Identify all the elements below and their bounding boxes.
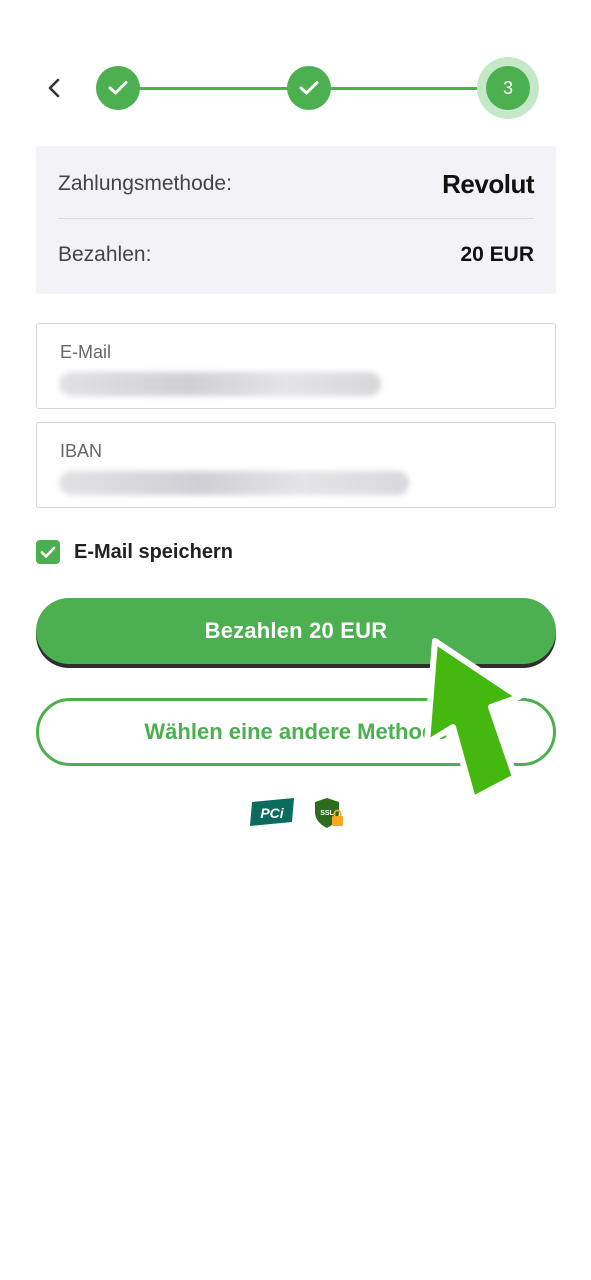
summary-method-row: Zahlungsmethode: Revolut — [58, 166, 534, 202]
save-email-label: E-Mail speichern — [74, 540, 233, 563]
iban-field-label: IBAN — [60, 441, 103, 461]
summary-amount-row: Bezahlen: 20 EUR — [58, 237, 534, 273]
pci-text: PCi — [260, 805, 284, 821]
check-icon — [40, 546, 56, 558]
step-3-label: 3 — [486, 66, 530, 110]
pay-label: Bezahlen: — [58, 243, 152, 266]
email-field-label: E-Mail — [60, 342, 112, 362]
stepper-line — [330, 87, 482, 90]
check-icon — [108, 81, 128, 95]
stepper-line — [138, 87, 290, 90]
iban-field-value-redacted — [59, 471, 409, 495]
pay-amount: 20 EUR — [460, 243, 534, 266]
payment-page: 3 Zahlungsmethode: Revolut Bezahlen: 20 … — [0, 0, 591, 1280]
email-field[interactable]: E-Mail — [36, 323, 556, 409]
step-3-current: 3 — [477, 57, 539, 119]
check-icon — [299, 81, 319, 95]
save-email-row[interactable]: E-Mail speichern — [36, 538, 233, 566]
pay-button[interactable]: Bezahlen 20 EUR — [36, 598, 556, 664]
payment-summary: Zahlungsmethode: Revolut Bezahlen: 20 EU… — [36, 146, 556, 294]
back-button[interactable] — [38, 70, 70, 106]
summary-divider — [58, 218, 534, 219]
pci-badge-icon: PCi — [250, 798, 294, 826]
choose-other-method-button[interactable]: Wählen eine andere Methode — [36, 698, 556, 766]
email-field-value-redacted — [59, 372, 381, 396]
chevron-left-icon — [48, 78, 60, 98]
method-label: Zahlungsmethode: — [58, 172, 232, 195]
revolut-logo: Revolut — [442, 168, 534, 199]
save-email-checkbox[interactable] — [36, 540, 60, 564]
step-2-complete — [287, 66, 331, 110]
step-1-complete — [96, 66, 140, 110]
ssl-text: SSL — [320, 810, 334, 817]
iban-field[interactable]: IBAN — [36, 422, 556, 508]
ssl-shield-icon: SSL — [315, 798, 343, 828]
